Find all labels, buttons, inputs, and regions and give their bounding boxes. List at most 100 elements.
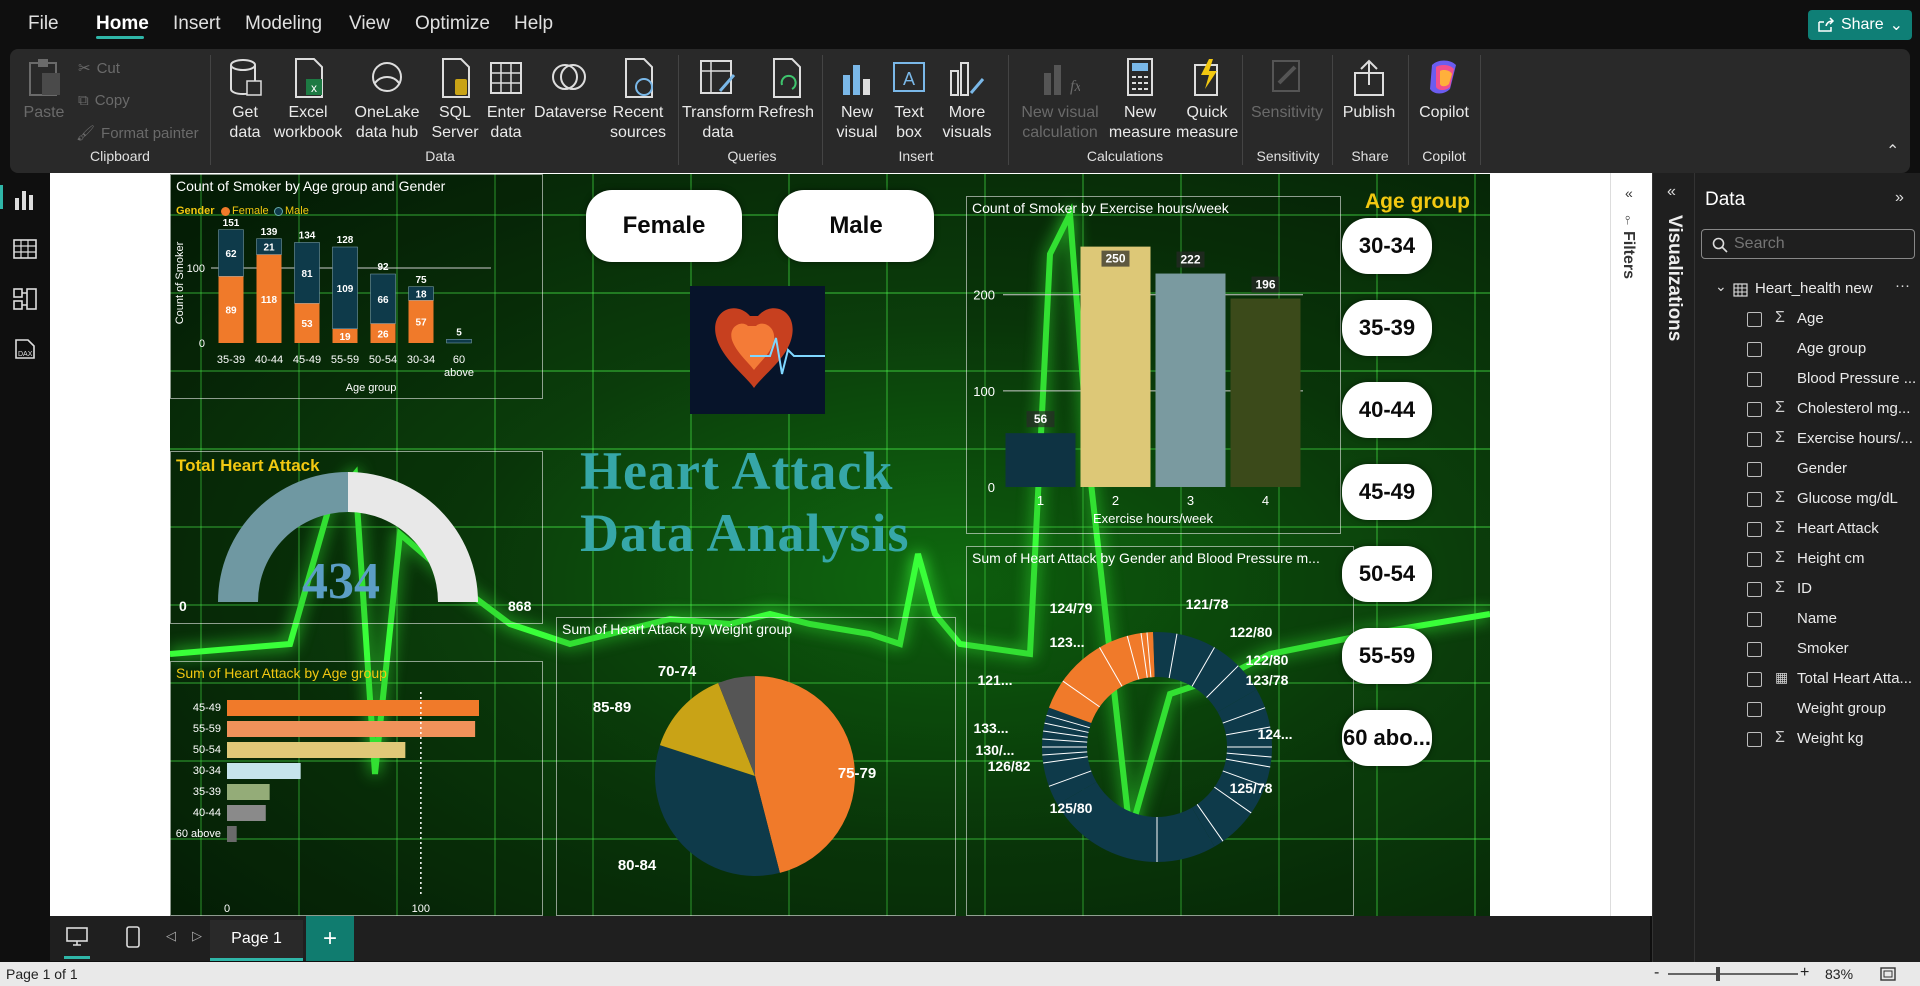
field-checkbox[interactable] [1747,432,1762,447]
field-checkbox[interactable] [1747,312,1762,327]
field-item[interactable]: Σ Height cm [1695,545,1920,575]
menu-modeling[interactable]: Modeling [245,13,322,35]
field-checkbox[interactable] [1747,732,1762,747]
bar[interactable] [1005,433,1076,487]
bar[interactable] [227,742,406,758]
bar[interactable] [227,826,237,842]
bar[interactable] [227,784,270,800]
next-page-icon[interactable]: ▷ [192,928,202,944]
format-painter-button[interactable]: 🖌 Format painter [76,124,199,143]
field-checkbox[interactable] [1747,522,1762,537]
transform-data-button[interactable]: Transform data [682,57,754,143]
exercise-bar-chart[interactable]: Count of Smoker by Exercise hours/week 0… [966,196,1341,534]
dax-query-view-icon[interactable]: DAX [12,336,38,362]
menu-view[interactable]: View [349,13,390,35]
field-item[interactable]: Σ Heart Attack [1695,515,1920,545]
field-item[interactable]: Σ Exercise hours/... [1695,425,1920,455]
field-checkbox[interactable] [1747,462,1762,477]
bar[interactable] [227,763,301,779]
table-view-icon[interactable] [12,236,38,262]
donut-segment[interactable] [1057,782,1215,862]
collapse-ribbon-icon[interactable]: ⌃ [1886,141,1899,161]
zoom-out-button[interactable]: - [1654,964,1659,982]
sensitivity-button[interactable]: Sensitivity [1246,57,1328,123]
field-item[interactable]: Σ Weight kg [1695,725,1920,755]
bar[interactable] [227,721,476,737]
field-checkbox[interactable] [1747,582,1762,597]
field-item[interactable]: Age group [1695,335,1920,365]
field-item[interactable]: Σ ID [1695,575,1920,605]
previous-page-icon[interactable]: ◁ [166,928,176,944]
field-checkbox[interactable] [1747,612,1762,627]
search-box[interactable] [1701,229,1915,259]
field-checkbox[interactable] [1747,672,1762,687]
search-input[interactable] [1734,233,1904,255]
field-item[interactable]: Σ Cholesterol mg... [1695,395,1920,425]
age-slicer-item[interactable]: 55-59 [1342,628,1432,684]
new-measure-button[interactable]: New measure [1108,57,1172,143]
field-item[interactable]: Name [1695,605,1920,635]
report-view-icon[interactable] [12,186,38,212]
field-checkbox[interactable] [1747,342,1762,357]
quick-measure-button[interactable]: Quick measure [1176,57,1238,143]
female-button[interactable]: Female [586,190,742,262]
desktop-layout-icon[interactable] [66,927,88,947]
bar[interactable] [1230,298,1301,487]
age-slicer-item[interactable]: 35-39 [1342,300,1432,356]
onelake-button[interactable]: OneLake data hub [347,57,427,143]
field-item[interactable]: Weight group [1695,695,1920,725]
heart-attack-by-age-chart[interactable]: Sum of Heart Attack by Age group 45-49 55… [170,661,543,916]
menu-insert[interactable]: Insert [173,13,221,35]
bar[interactable] [1155,273,1226,487]
zoom-in-button[interactable]: + [1800,964,1809,982]
tab-page-1[interactable]: Page 1 [210,920,303,961]
enter-data-button[interactable]: Enter data [483,57,529,143]
mobile-layout-icon[interactable] [126,926,140,948]
visualizations-label[interactable]: Visualizations [1663,215,1685,341]
table-row-heart-health[interactable]: ⌄ Heart_health new ··· [1695,275,1920,305]
paste-button[interactable]: Paste [22,57,66,123]
menu-help[interactable]: Help [514,13,553,35]
age-slicer-item[interactable]: 40-44 [1342,382,1432,438]
refresh-button[interactable]: Refresh [758,57,814,123]
field-item[interactable]: Σ Glucose mg/dL [1695,485,1920,515]
get-data-button[interactable]: Get data [220,57,270,143]
field-checkbox[interactable] [1747,492,1762,507]
field-checkbox[interactable] [1747,642,1762,657]
field-item[interactable]: Gender [1695,455,1920,485]
publish-button[interactable]: Publish [1338,57,1400,123]
model-view-icon[interactable] [12,286,38,312]
copy-button[interactable]: ⧉ Copy [78,92,130,109]
total-heart-attack-gauge[interactable]: Total Heart Attack 434 0 868 [170,451,543,624]
bp-donut-chart[interactable]: Sum of Heart Attack by Gender and Blood … [966,546,1354,916]
sql-server-button[interactable]: SQL Server [430,57,480,143]
age-slicer-item[interactable]: 45-49 [1342,464,1432,520]
field-item[interactable]: ▦ Total Heart Atta... [1695,665,1920,695]
age-slicer-item[interactable]: 60 abo... [1342,710,1432,766]
text-box-button[interactable]: A Text box [886,57,932,143]
copilot-button[interactable]: Copilot [1414,57,1474,123]
new-visual-button[interactable]: New visual [832,57,882,143]
filters-label[interactable]: Filters [1619,231,1637,279]
bar[interactable] [227,805,266,821]
field-item[interactable]: Smoker [1695,635,1920,665]
male-button[interactable]: Male [778,190,934,262]
cut-button[interactable]: ✂ Cut [78,59,120,78]
expand-visualizations-icon[interactable]: « [1667,183,1676,201]
collapse-data-pane-icon[interactable]: » [1895,189,1904,207]
zoom-slider-track[interactable] [1668,973,1798,975]
field-item[interactable]: Σ Age [1695,305,1920,335]
field-checkbox[interactable] [1747,552,1762,567]
share-button[interactable]: Share ⌄ [1808,10,1912,40]
dataverse-button[interactable]: Dataverse [534,57,607,123]
chevron-down-icon[interactable]: ⌄ [1715,278,1727,295]
weight-group-pie-chart[interactable]: Sum of Heart Attack by Weight group 75-7… [556,617,956,916]
zoom-slider-thumb[interactable] [1716,967,1720,981]
bar[interactable] [1080,246,1151,487]
more-visuals-button[interactable]: More visuals [936,57,998,143]
new-visual-calculation-button[interactable]: fx New visual calculation [1012,57,1108,143]
menu-optimize[interactable]: Optimize [415,13,490,35]
field-checkbox[interactable] [1747,372,1762,387]
menu-home[interactable]: Home [96,13,149,35]
donut-segment[interactable] [1192,689,1272,847]
